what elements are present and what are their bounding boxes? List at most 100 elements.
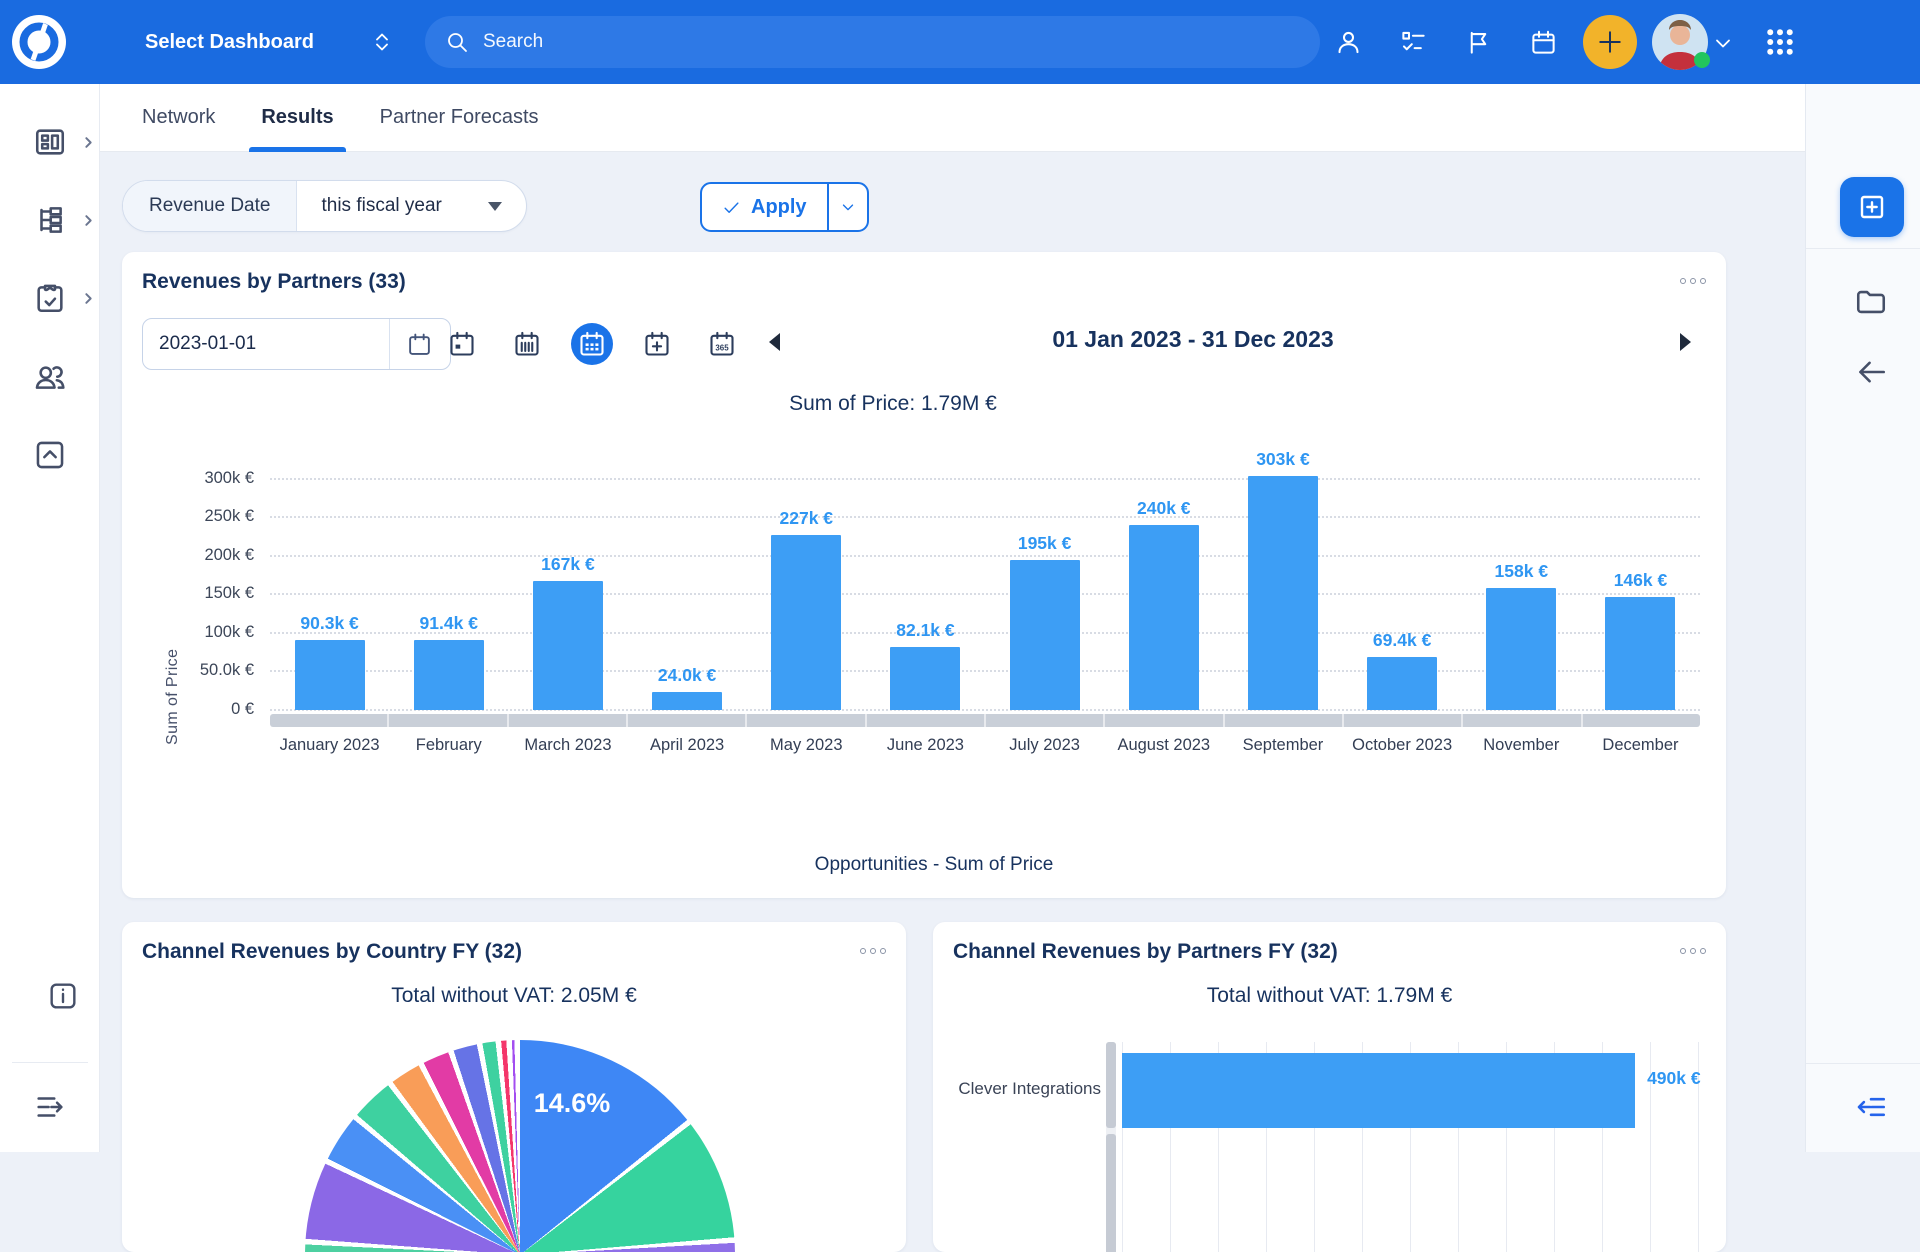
bar[interactable]: 82.1k € bbox=[890, 647, 960, 710]
apply-options-button[interactable] bbox=[827, 184, 867, 230]
hbar-plot: 490k € bbox=[1122, 1042, 1700, 1252]
widget-menu-button[interactable] bbox=[1680, 278, 1706, 284]
scrollbar-segment[interactable] bbox=[747, 714, 866, 727]
scrollbar-segment[interactable] bbox=[1344, 714, 1463, 727]
bar-value-label: 82.1k € bbox=[896, 620, 954, 641]
bar-slot: 24.0k € bbox=[628, 440, 747, 710]
bar-value-label: 90.3k € bbox=[300, 613, 358, 634]
search-bar[interactable] bbox=[425, 16, 1320, 68]
right-rail bbox=[1805, 84, 1920, 1152]
products-icon[interactable] bbox=[33, 438, 67, 472]
dashboards-icon[interactable] bbox=[33, 125, 67, 159]
filter-field[interactable]: Revenue Date bbox=[123, 181, 297, 231]
chevron-right-icon[interactable] bbox=[82, 214, 95, 227]
bars-row: 90.3k € 91.4k € 167k € 24.0k € 227k € 82.1k €… bbox=[270, 440, 1700, 710]
bar[interactable]: 69.4k € bbox=[1367, 657, 1437, 711]
x-axis-label: March 2023 bbox=[508, 736, 627, 755]
scrollbar-segment[interactable] bbox=[867, 714, 986, 727]
apply-button[interactable]: Apply bbox=[702, 184, 827, 230]
collapse-panel-icon[interactable] bbox=[1854, 1090, 1888, 1124]
y-axis-tick: 150k € bbox=[162, 584, 254, 603]
tab-partner-forecasts[interactable]: Partner Forecasts bbox=[380, 84, 539, 152]
chevron-right-icon[interactable] bbox=[82, 292, 95, 305]
bar-slot: 167k € bbox=[508, 440, 627, 710]
date-picker-button[interactable] bbox=[389, 319, 449, 369]
view-year-365-button[interactable]: 365 bbox=[701, 323, 743, 365]
bar[interactable]: 24.0k € bbox=[652, 692, 722, 711]
hbar-scrollbar[interactable] bbox=[1106, 1042, 1116, 1252]
folder-icon[interactable] bbox=[1854, 285, 1888, 319]
bar[interactable]: 303k € bbox=[1248, 476, 1318, 710]
dashboard-selector-expand-icon[interactable] bbox=[370, 30, 394, 54]
tab-results[interactable]: Results bbox=[261, 84, 333, 152]
scrollbar-segment[interactable] bbox=[1583, 714, 1700, 727]
bar-slot: 146k € bbox=[1581, 440, 1700, 710]
main-content: Network Results Partner Forecasts Revenu… bbox=[100, 84, 1805, 1152]
view-day-button[interactable] bbox=[441, 323, 483, 365]
hbar-bar[interactable] bbox=[1122, 1053, 1635, 1128]
scrollbar-segment[interactable] bbox=[1106, 1042, 1116, 1128]
widget-menu-button[interactable] bbox=[860, 948, 886, 954]
scrollbar-segment[interactable] bbox=[1463, 714, 1582, 727]
scrollbar-segment[interactable] bbox=[986, 714, 1105, 727]
bar[interactable]: 167k € bbox=[533, 581, 603, 710]
widget-title: Revenues by Partners (33) bbox=[142, 270, 406, 294]
expand-sidebar-icon[interactable] bbox=[33, 1090, 67, 1124]
filter-range-select[interactable]: this fiscal year bbox=[297, 181, 525, 231]
column-chart: Sum of Price 300k €250k €200k €150k €100… bbox=[162, 440, 1707, 770]
pipeline-icon[interactable] bbox=[33, 203, 67, 237]
x-axis-label: November bbox=[1462, 736, 1581, 755]
hbar-value-label: 490k € bbox=[1647, 1068, 1701, 1089]
bar-value-label: 91.4k € bbox=[420, 613, 478, 634]
bar[interactable]: 227k € bbox=[771, 535, 841, 710]
account-caret-icon[interactable] bbox=[1711, 31, 1735, 55]
hbar-category-label: Clever Integrations bbox=[933, 1079, 1101, 1099]
scrollbar-segment[interactable] bbox=[628, 714, 747, 727]
widget-title: Channel Revenues by Partners FY (32) bbox=[953, 940, 1338, 964]
scrollbar-segment[interactable] bbox=[509, 714, 628, 727]
pie-chart[interactable]: 14.6% bbox=[305, 1040, 735, 1252]
bar[interactable]: 240k € bbox=[1129, 525, 1199, 710]
flag-icon[interactable] bbox=[1456, 20, 1500, 64]
view-month-button-selected[interactable] bbox=[571, 323, 613, 365]
contacts-icon[interactable] bbox=[33, 360, 67, 394]
rail-divider bbox=[1806, 248, 1920, 249]
tasks-icon[interactable] bbox=[1391, 20, 1435, 64]
bar[interactable]: 91.4k € bbox=[414, 640, 484, 711]
next-period-icon[interactable] bbox=[1675, 330, 1695, 354]
widget-menu-button[interactable] bbox=[1680, 948, 1706, 954]
bar[interactable]: 146k € bbox=[1605, 597, 1675, 710]
search-input[interactable] bbox=[483, 31, 1243, 53]
activities-icon[interactable] bbox=[33, 281, 67, 315]
back-arrow-icon[interactable] bbox=[1854, 355, 1888, 389]
view-add-period-button[interactable] bbox=[636, 323, 678, 365]
apps-grid-icon[interactable] bbox=[1762, 24, 1798, 60]
prev-period-icon[interactable] bbox=[765, 330, 785, 354]
scrollbar-segment[interactable] bbox=[1105, 714, 1224, 727]
scrollbar-segment[interactable] bbox=[1225, 714, 1344, 727]
x-axis-label: May 2023 bbox=[747, 736, 866, 755]
chevron-down-icon bbox=[839, 198, 857, 216]
quick-add-button[interactable] bbox=[1583, 15, 1637, 69]
bar[interactable]: 158k € bbox=[1486, 588, 1556, 710]
chart-footer: Opportunities - Sum of Price bbox=[734, 854, 1134, 876]
bar[interactable]: 90.3k € bbox=[295, 640, 365, 710]
add-widget-button[interactable] bbox=[1840, 177, 1904, 237]
calendar-icon[interactable] bbox=[1521, 20, 1565, 64]
bar[interactable]: 195k € bbox=[1010, 560, 1080, 710]
tab-network[interactable]: Network bbox=[142, 84, 215, 152]
date-input[interactable] bbox=[143, 333, 389, 355]
dashboard-selector[interactable]: Select Dashboard bbox=[145, 0, 314, 84]
contact-icon[interactable] bbox=[1326, 20, 1370, 64]
bar-value-label: 195k € bbox=[1018, 533, 1072, 554]
view-week-button[interactable] bbox=[506, 323, 548, 365]
x-axis-label: September bbox=[1223, 736, 1342, 755]
scrollbar-segment[interactable] bbox=[270, 714, 389, 727]
calendar-icon bbox=[407, 332, 432, 357]
chevron-right-icon[interactable] bbox=[82, 136, 95, 149]
info-icon[interactable] bbox=[47, 980, 79, 1012]
chart-scrollbar[interactable] bbox=[270, 714, 1700, 727]
app-logo-icon[interactable] bbox=[12, 15, 66, 69]
widget-title: Channel Revenues by Country FY (32) bbox=[142, 940, 522, 964]
scrollbar-segment[interactable] bbox=[389, 714, 508, 727]
